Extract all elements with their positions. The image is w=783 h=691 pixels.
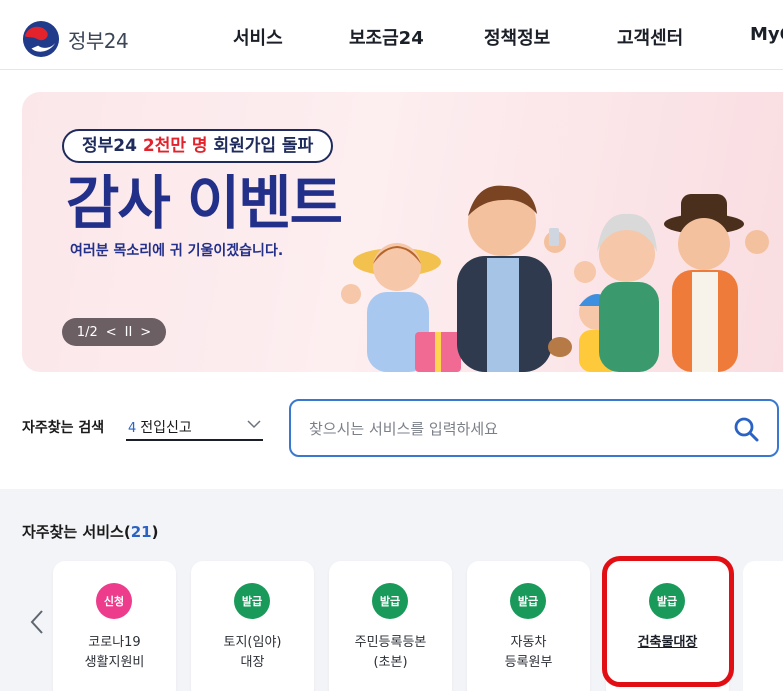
search-icon[interactable]: [733, 416, 759, 442]
banner-subline: 여러분 목소리에 귀 기울이겠습니다.: [70, 243, 284, 259]
pill-highlight: 2천만 명: [142, 136, 208, 156]
pill-prefix: 정부24: [82, 136, 143, 156]
event-banner[interactable]: 정부24 2천만 명 회원가입 돌파 감사 이벤트 여러분 목소리에 귀 기울이…: [22, 92, 783, 372]
card-label-line1: 주민등록등본: [354, 635, 427, 650]
banner-headline: 감사 이벤트: [66, 169, 343, 237]
card-label-line2: 생활지원비: [84, 655, 145, 670]
logo-text: 정부24: [68, 28, 129, 53]
card-label-line2: (초본): [373, 655, 408, 670]
pager-prev-button[interactable]: <: [106, 325, 117, 340]
gov24-logo[interactable]: 정부24: [22, 20, 129, 58]
card-label-line1: 건축물대장: [637, 635, 698, 650]
card-label-line2: 대장: [240, 655, 265, 670]
issue-badge: 발급: [649, 583, 685, 619]
card-label-line2: 등록원부: [504, 655, 553, 670]
pager-next-button[interactable]: >: [140, 325, 151, 340]
nav-policy-info[interactable]: 정책정보: [484, 24, 550, 50]
banner-pill: 정부24 2천만 명 회원가입 돌파: [62, 129, 334, 163]
frequent-services-title: 자주찾는 서비스(21): [22, 521, 158, 542]
chevron-down-icon: [247, 420, 261, 429]
issue-badge: 발급: [234, 583, 270, 619]
service-card-label: 코로나19 생활지원비: [53, 633, 176, 673]
service-card-covid-support[interactable]: 신청 코로나19 생활지원비: [53, 561, 176, 691]
frequent-search-term: 전입신고: [140, 420, 192, 436]
site-header: 정부24 서비스 보조금24 정책정보 고객센터 MyG: [0, 0, 783, 70]
nav-customer-center[interactable]: 고객센터: [617, 24, 683, 50]
apply-badge: 신청: [96, 583, 132, 619]
family-illustration: [341, 185, 769, 372]
frequent-search-rank: 4: [128, 421, 137, 436]
pager-pause-button[interactable]: II: [125, 325, 133, 340]
frequent-search-label: 자주찾는 검색: [22, 420, 105, 436]
service-card-land-register[interactable]: 발급 토지(임야) 대장: [191, 561, 314, 691]
service-card-label: 주민등록등본 (초본): [329, 633, 452, 673]
pill-suffix: 회원가입 돌파: [207, 136, 314, 156]
nav-my-gov[interactable]: MyG: [750, 24, 783, 45]
service-search-box: [289, 399, 779, 457]
service-card-label: 토지(임야) 대장: [191, 633, 314, 673]
card-label-line1: 자동차: [510, 635, 547, 650]
nav-subsidy24[interactable]: 보조금24: [349, 24, 424, 50]
service-card-label: 자동차 등록원부: [467, 633, 590, 673]
service-card-label: 건축물대장: [606, 633, 729, 653]
banner-pager: 1/2 < II >: [62, 318, 166, 346]
services-title-close: ): [151, 523, 159, 541]
chevron-left-icon[interactable]: [28, 607, 46, 637]
nav-services[interactable]: 서비스: [233, 24, 283, 50]
service-search-input[interactable]: [309, 416, 709, 442]
service-card-resident-registration[interactable]: 발급 주민등록등본 (초본): [329, 561, 452, 691]
services-count: 21: [130, 523, 152, 541]
pager-count: 1/2: [76, 324, 98, 340]
frequent-services-section: 자주찾는 서비스(21) 신청 코로나19 생활지원비 발급 토지(임야) 대장…: [0, 489, 783, 691]
card-label-line1: 코로나19: [88, 635, 141, 650]
taegeuk-logo-icon: [22, 20, 60, 58]
issue-badge: 발급: [510, 583, 546, 619]
service-card-vehicle-register[interactable]: 발급 자동차 등록원부: [467, 561, 590, 691]
service-card-partial[interactable]: [743, 561, 783, 691]
issue-badge: 발급: [372, 583, 408, 619]
frequent-search-dropdown[interactable]: 4 전입신고: [126, 413, 263, 441]
card-label-line1: 토지(임야): [223, 635, 282, 650]
services-title-text: 자주찾는 서비스(: [22, 523, 131, 541]
service-card-building-register[interactable]: 발급 건축물대장: [606, 561, 729, 691]
